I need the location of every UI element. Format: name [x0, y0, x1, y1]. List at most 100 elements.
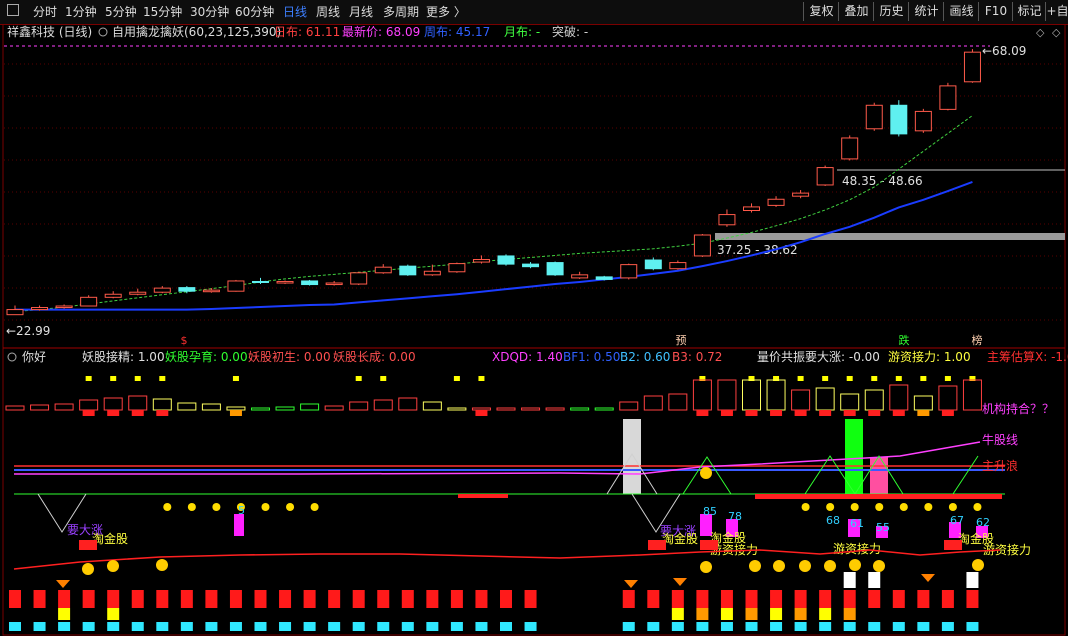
- candle-body: [399, 265, 417, 276]
- red-bottom-block: [843, 590, 856, 608]
- sub-panel-name: 你好: [22, 350, 46, 364]
- red-bottom-block: [770, 590, 783, 608]
- sub-bar: [152, 398, 172, 411]
- tab-period-1[interactable]: 1分钟: [65, 3, 97, 21]
- red-bottom-block: [868, 590, 881, 608]
- yellow-dot: [478, 376, 485, 381]
- sub-bar: [226, 406, 246, 411]
- candle-body: [693, 234, 711, 257]
- sub-red-square: [720, 410, 733, 416]
- tab-period-8[interactable]: 月线: [349, 3, 373, 21]
- tab-period-5[interactable]: 60分钟: [235, 3, 274, 21]
- candle-body: [55, 305, 73, 309]
- toolbar-button-6[interactable]: 标记: [1012, 2, 1046, 21]
- candle-body: [914, 110, 932, 132]
- close-icon: ◇: [1052, 26, 1061, 39]
- toolbar-button-3[interactable]: 统计: [908, 2, 944, 21]
- red-bottom-block: [450, 590, 463, 608]
- cyan-bottom-block: [475, 622, 488, 631]
- window-menu-icon[interactable]: [7, 4, 19, 16]
- tab-period-6[interactable]: 日线: [283, 3, 307, 21]
- yellow-dot: [453, 376, 460, 381]
- tab-period-3[interactable]: 15分钟: [143, 3, 182, 21]
- yellow-bottom-block: [107, 608, 120, 620]
- indicator-toggle-icon: [98, 27, 108, 37]
- yellow-bottom-block: [720, 608, 733, 620]
- toolbar-button-5[interactable]: F10: [978, 2, 1013, 21]
- red-bottom-block: [254, 590, 267, 608]
- sub-red-square: [770, 410, 783, 416]
- high-label: ←68.09: [982, 44, 1026, 58]
- sub-bar: [913, 395, 933, 411]
- yellow-dot: [110, 376, 117, 381]
- sub-orange-square: [229, 410, 242, 416]
- sub-bar: [619, 401, 639, 411]
- red-bottom-block: [917, 590, 930, 608]
- sub-bar: [889, 384, 909, 411]
- toolbar-button-4[interactable]: 画线: [943, 2, 979, 21]
- sub-bar: [864, 389, 884, 411]
- yellow-dot: [822, 376, 829, 381]
- sub-bar: [300, 403, 320, 411]
- cyan-bottom-block: [401, 622, 414, 631]
- number-label-7: 62: [976, 516, 990, 529]
- sub-red-square: [745, 410, 758, 416]
- tab-period-0[interactable]: 分时: [33, 3, 57, 21]
- number-label-0: 5: [238, 504, 245, 517]
- yellow-bottom-block: [745, 608, 758, 620]
- yellow-circle: [850, 503, 859, 511]
- tab-period-10[interactable]: 更多 〉: [426, 3, 466, 21]
- smiley-icon: [824, 560, 836, 572]
- sub-red-square: [475, 410, 488, 416]
- red-bottom-block: [377, 590, 390, 608]
- sub-bar: [938, 385, 958, 411]
- cyan-bottom-block: [9, 622, 21, 631]
- yellow-bottom-block: [671, 608, 684, 620]
- candle-body: [276, 280, 294, 284]
- smiley-icon: [700, 561, 712, 573]
- yellow-dot: [232, 376, 239, 381]
- tab-period-9[interactable]: 多周期: [383, 3, 419, 21]
- red-bottom-block: [794, 590, 807, 608]
- yellow-dot: [380, 376, 387, 381]
- sub-bar: [103, 397, 123, 411]
- red-bottom-block: [475, 590, 488, 608]
- white-bottom-block: [868, 572, 881, 588]
- toolbar-button-0[interactable]: 复权: [803, 2, 839, 21]
- toolbar-button-7[interactable]: +自: [1045, 2, 1068, 21]
- settings-icon: ◇: [1036, 26, 1045, 39]
- sub-bar: [545, 407, 565, 411]
- sub-bar: [668, 393, 688, 411]
- sub-bar: [54, 403, 74, 411]
- toolbar-button-2[interactable]: 历史: [873, 2, 909, 21]
- yellow-circle: [310, 503, 319, 511]
- yellow-circle: [261, 503, 270, 511]
- yellow-circle: [212, 503, 221, 511]
- cyan-bottom-block: [107, 622, 120, 631]
- cyan-bottom-block: [82, 622, 95, 631]
- red-bottom-block: [696, 590, 709, 608]
- sub-bar: [791, 389, 811, 411]
- candle-body: [865, 104, 883, 130]
- sub-bar: [398, 397, 418, 411]
- candle-body: [31, 307, 49, 311]
- sub-bar: [815, 387, 835, 411]
- cyan-bottom-block: [966, 622, 979, 631]
- candle-body: [423, 270, 441, 276]
- tab-period-4[interactable]: 30分钟: [190, 3, 229, 21]
- sub-bar: [766, 379, 786, 411]
- sub-field-6: B2: 0.60: [620, 350, 670, 364]
- candle-body: [448, 263, 466, 273]
- candle-body: [767, 198, 785, 206]
- yellow-circle: [899, 503, 908, 511]
- candle-body: [792, 192, 810, 197]
- toolbar-button-1[interactable]: 叠加: [838, 2, 874, 21]
- tab-period-2[interactable]: 5分钟: [105, 3, 137, 21]
- candle-body: [252, 280, 269, 284]
- candle-body: [350, 272, 368, 285]
- diamond-icon: [56, 580, 70, 588]
- sub-field-8: 量价共振要大涨: -0.00: [757, 349, 880, 364]
- cyan-bottom-block: [720, 622, 733, 631]
- tab-period-7[interactable]: 周线: [316, 3, 340, 21]
- red-bottom-block: [524, 590, 537, 608]
